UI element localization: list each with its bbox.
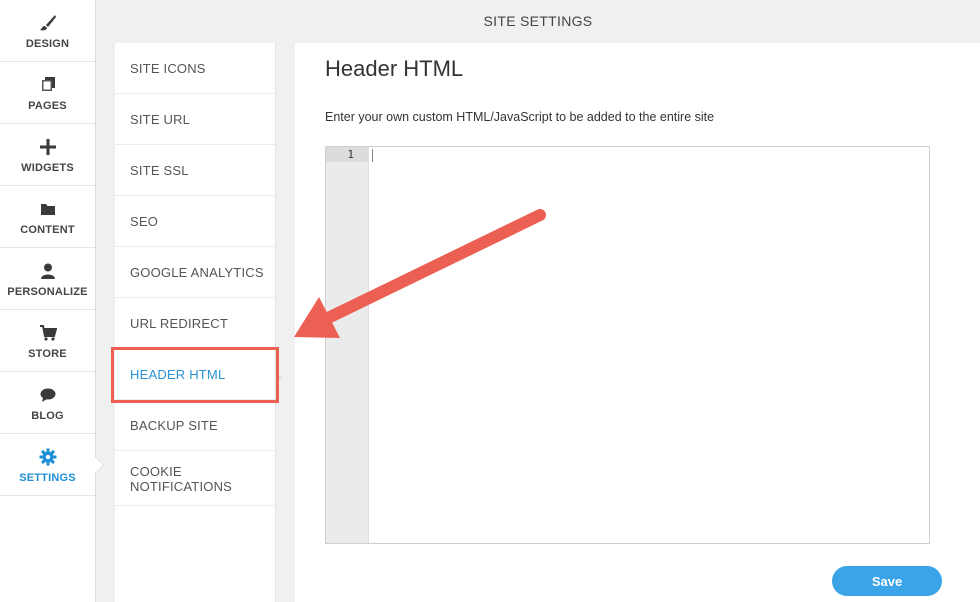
folder-icon (39, 200, 57, 218)
settings-item-cookie-notifications[interactable]: COOKIE NOTIFICATIONS (115, 451, 275, 506)
rail-item-label: PERSONALIZE (7, 285, 88, 298)
rail-item-design[interactable]: DESIGN (0, 0, 95, 62)
top-bar: SITE SETTINGS (96, 0, 980, 42)
line-number: 1 (347, 148, 354, 161)
code-editor[interactable]: 1 (325, 146, 930, 544)
plus-icon (39, 138, 57, 156)
rail-item-content[interactable]: CONTENT (0, 186, 95, 248)
settings-item-backup-site[interactable]: BACKUP SITE (115, 400, 275, 451)
gear-icon (39, 448, 57, 466)
settings-item-site-url[interactable]: SITE URL (115, 94, 275, 145)
settings-item-seo[interactable]: SEO (115, 196, 275, 247)
rail-item-store[interactable]: STORE (0, 310, 95, 372)
settings-item-url-redirect[interactable]: URL REDIRECT (115, 298, 275, 349)
user-icon (39, 262, 57, 280)
panel-title: Header HTML (325, 56, 464, 81)
header-html-panel: Header HTML Enter your own custom HTML/J… (295, 43, 980, 602)
page-title: SITE SETTINGS (483, 13, 593, 29)
pages-icon (39, 76, 57, 94)
rail-item-widgets[interactable]: WIDGETS (0, 124, 95, 186)
rail-item-personalize[interactable]: PERSONALIZE (0, 248, 95, 310)
chat-bubble-icon (39, 386, 57, 404)
save-button[interactable]: Save (832, 566, 942, 596)
left-nav-rail: DESIGN PAGES WIDGETS CONTENT PERSONALIZE… (0, 0, 96, 602)
cart-icon (39, 324, 57, 342)
rail-item-settings[interactable]: SETTINGS (0, 434, 95, 496)
settings-item-site-icons[interactable]: SITE ICONS (115, 43, 275, 94)
rail-item-label: DESIGN (25, 37, 70, 50)
settings-item-header-html[interactable]: HEADER HTML (115, 349, 275, 400)
rail-item-blog[interactable]: BLOG (0, 372, 95, 434)
rail-item-label: PAGES (28, 99, 67, 112)
panel-description: Enter your own custom HTML/JavaScript to… (325, 110, 715, 124)
settings-item-site-ssl[interactable]: SITE SSL (115, 145, 275, 196)
settings-item-google-analytics[interactable]: GOOGLE ANALYTICS (115, 247, 275, 298)
rail-item-label: SETTINGS (19, 471, 76, 484)
settings-menu: SITE ICONS SITE URL SITE SSL SEO GOOGLE … (115, 43, 276, 602)
editor-gutter: 1 (326, 147, 369, 543)
rail-item-pages[interactable]: PAGES (0, 62, 95, 124)
rail-item-label: STORE (28, 347, 67, 360)
active-item-caret (276, 372, 282, 384)
rail-item-label: CONTENT (20, 223, 75, 236)
rail-item-label: BLOG (31, 409, 64, 422)
text-cursor (372, 149, 373, 162)
rail-item-label: WIDGETS (21, 161, 74, 174)
paintbrush-icon (39, 14, 57, 32)
code-input-area[interactable] (369, 147, 929, 543)
